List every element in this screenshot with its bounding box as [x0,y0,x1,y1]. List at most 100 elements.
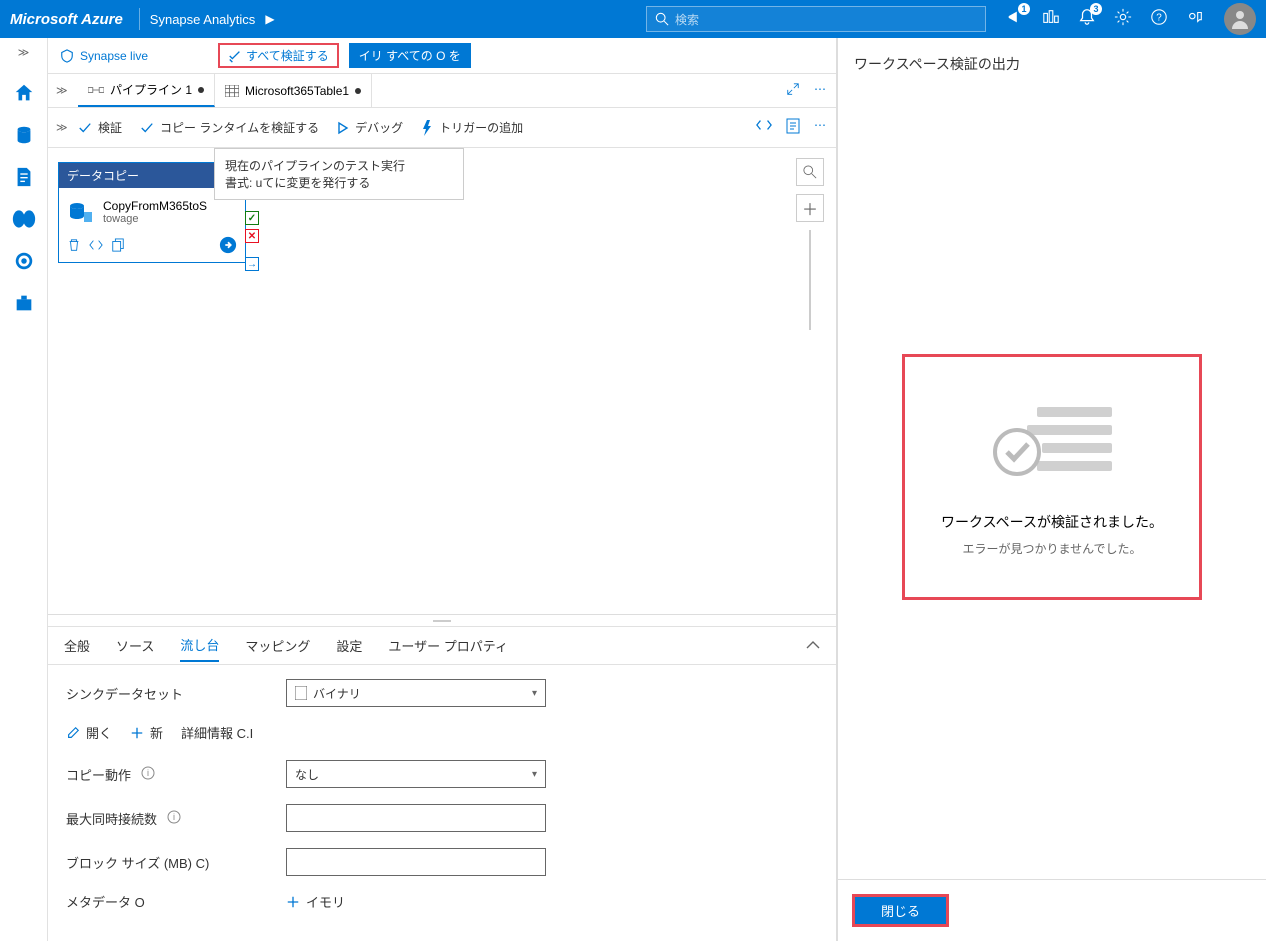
settings-icon[interactable] [1114,8,1132,31]
validate-label: 検証 [98,119,122,136]
synapse-live-label: Synapse live [80,49,148,63]
nav-monitor[interactable] [10,247,38,275]
debug-label: デバッグ [355,119,403,136]
zoom-slider[interactable] [809,230,811,330]
announce-icon[interactable]: 1 [1006,8,1024,31]
tab-general[interactable]: 全般 [64,630,90,661]
new-dataset-link[interactable]: 新 [130,723,163,742]
close-button[interactable]: 閉じる [852,894,949,927]
help-icon[interactable]: ? [1150,8,1168,31]
tab-table1-label: Microsoft365Table1 [245,84,349,98]
validation-message: ワークスペースが検証されました。 [941,512,1163,532]
clone-icon[interactable] [111,238,125,252]
debug-button[interactable]: デバッグ [337,119,403,136]
info-icon[interactable]: i [167,810,181,824]
publish-all-button[interactable]: イリ すべての O を [349,43,471,68]
tooltip-line2: 書式: uてに変更を発行する [225,174,453,191]
tab-settings[interactable]: 設定 [336,630,362,661]
user-avatar[interactable] [1224,3,1256,35]
arrow-right-icon[interactable] [219,236,237,254]
global-search[interactable]: 検索 [646,6,986,32]
validation-output-panel: ワークスペース検証の出力 ワークスペースが検証されました。 エラーが見つかりませ… [836,38,1266,941]
brand-label: Microsoft Azure [10,11,123,28]
tab-mapping[interactable]: マッピング [245,630,310,661]
cmd-more-icon[interactable]: ⋯ [814,118,826,137]
max-conn-label: 最大同時接続数 i [66,809,286,828]
tab-pipeline1[interactable]: パイプライン 1 [78,74,215,107]
tab-user-properties[interactable]: ユーザー プロパティ [388,630,508,661]
add-metadata-link[interactable]: イモリ [286,892,345,911]
search-placeholder: 検索 [675,11,699,28]
code-view-icon[interactable] [756,118,772,137]
unsaved-dot-icon [355,88,361,94]
nav-data[interactable] [10,121,38,149]
validation-success-icon [987,397,1117,487]
delete-icon[interactable] [67,238,81,252]
validate-button[interactable]: 検証 [78,119,122,136]
debug-tooltip: 現在のパイプラインのテスト実行 書式: uてに変更を発行する [214,148,464,200]
cmd-collapse-icon[interactable]: ≫ [56,121,68,134]
editor-more-icon[interactable]: ⋯ [814,82,826,99]
top-bar: Microsoft Azure Synapse Analytics ▶ 検索 1… [0,0,1266,38]
svg-text:i: i [147,768,149,778]
zoom-fit-button[interactable] [796,158,824,186]
pipeline-icon [88,84,104,96]
activity-properties-tabs: 全般 ソース 流し台 マッピング 設定 ユーザー プロパティ [48,626,836,664]
activity-icon[interactable] [1042,8,1060,31]
chevron-down-icon: ▾ [532,688,537,699]
tab-sink[interactable]: 流し台 [180,629,219,662]
chevron-down-icon: ▾ [532,769,537,780]
pipeline-cmd-bar: ≫ 検証 コピー ランタイムを検証する デバッグ トリガーの追加 ⋯ [48,108,836,148]
svg-text:?: ? [1156,12,1162,23]
success-port[interactable]: ✓ [245,211,259,225]
notifications-badge: 3 [1090,3,1102,15]
open-label: 開く [86,723,112,742]
details-label: 詳細情報 C.I [181,723,253,742]
validation-panel-title: ワークスペース検証の出力 [838,38,1266,74]
feedback-icon[interactable] [1186,8,1204,31]
details-link[interactable]: 詳細情報 C.I [181,723,253,742]
nav-develop[interactable] [10,163,38,191]
validate-all-button[interactable]: すべて検証する [218,43,339,68]
panel-divider[interactable] [48,614,836,626]
validate-all-label: すべて検証する [246,47,329,64]
publish-label: イリ すべての O を [359,47,461,64]
block-size-label: ブロック サイズ (MB) C) [66,853,286,872]
nav-home[interactable] [10,79,38,107]
validate-runtime-label: コピー ランタイムを検証する [160,119,319,136]
nav-integrate[interactable] [10,205,38,233]
expand-rail-icon[interactable]: ≫ [18,46,30,59]
add-metadata-label: イモリ [306,892,345,911]
copy-behavior-select[interactable]: なし ▾ [286,760,546,788]
search-icon [655,12,669,26]
nav-manage[interactable] [10,289,38,317]
tabs-collapse-icon[interactable]: ≫ [56,84,68,97]
code-icon[interactable] [89,238,103,252]
open-dataset-link[interactable]: 開く [66,723,112,742]
max-conn-input[interactable] [286,804,546,832]
copy-database-icon [67,198,95,226]
validate-runtime-button[interactable]: コピー ランタイムを検証する [140,119,319,136]
completion-port[interactable]: → [245,257,259,271]
sink-dataset-value: バイナリ [313,685,361,702]
tab-source[interactable]: ソース [116,630,154,661]
main-content: ≫ パイプライン 1 Microsoft365Table1 ⋯ ≫ 検証 コピー… [48,74,836,941]
tab-table1[interactable]: Microsoft365Table1 [215,74,372,107]
synapse-live-indicator[interactable]: Synapse live [60,49,148,63]
sink-dataset-select[interactable]: バイナリ ▾ [286,679,546,707]
zoom-in-button[interactable]: ＋ [796,194,824,222]
add-trigger-button[interactable]: トリガーの追加 [421,119,523,136]
failure-port[interactable]: ✕ [245,229,259,243]
block-size-input[interactable] [286,848,546,876]
pipeline-canvas[interactable]: ＋ データコピー CopyFromM365toS towage ✓ ✕ → [48,148,836,614]
service-label[interactable]: Synapse Analytics [150,12,256,27]
service-caret-icon[interactable]: ▶ [265,12,274,26]
properties-icon[interactable] [786,118,800,137]
separator [139,8,140,30]
notifications-icon[interactable]: 3 [1078,8,1096,31]
collapse-panel-icon[interactable] [806,638,820,653]
copy-behavior-value: なし [295,766,319,783]
table-icon [225,85,239,97]
expand-editor-icon[interactable] [786,82,800,99]
info-icon[interactable]: i [141,766,155,780]
